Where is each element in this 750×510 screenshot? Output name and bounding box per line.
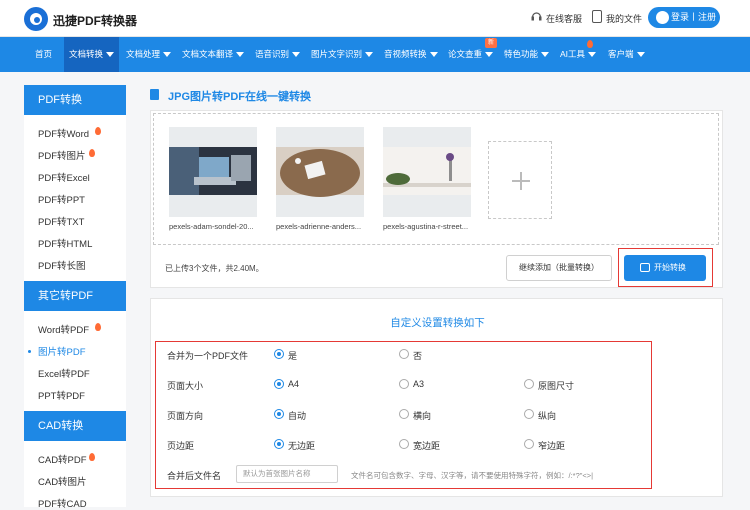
sidebar-item-pdf-to-html[interactable]: PDF转HTML — [38, 236, 92, 250]
my-files-icon — [592, 10, 602, 23]
chevron-down-icon — [163, 52, 172, 58]
radio-merge-yes[interactable]: 是 — [274, 349, 297, 362]
file-name: pexels-adam-sondel-20... — [169, 222, 254, 231]
main-nav: 首页 文档转换 文档处理 文档文本翻译 语音识别 图片文字识别 音视频转换 论文… — [0, 37, 750, 72]
radio-size-original[interactable]: 原图尺寸 — [524, 379, 574, 392]
sidebar-item-pdf-to-ppt[interactable]: PDF转PPT — [38, 192, 85, 206]
document-icon — [150, 89, 159, 100]
headset-icon — [531, 12, 542, 21]
login-register-button[interactable]: 登录丨注册 — [648, 7, 720, 28]
radio-checked-icon — [274, 409, 284, 419]
sidebar-item-pdf-to-txt[interactable]: PDF转TXT — [38, 214, 84, 228]
radio-checked-icon — [274, 379, 284, 389]
chevron-down-icon — [106, 52, 115, 58]
sidebar-item-word-to-pdf[interactable]: Word转PDF — [38, 322, 89, 336]
chevron-down-icon — [236, 52, 245, 58]
radio-merge-no[interactable]: 否 — [399, 349, 422, 362]
sidebar-item-pdf-to-excel[interactable]: PDF转Excel — [38, 170, 90, 184]
orientation-label: 页面方向 — [167, 411, 204, 421]
sidebar-item-pdf-to-image[interactable]: PDF转图片 — [38, 148, 86, 162]
active-dot — [28, 350, 31, 353]
chevron-down-icon — [541, 52, 550, 58]
file-thumbnail[interactable] — [383, 127, 471, 217]
sidebar: PDF转换 PDF转Word PDF转图片 PDF转Excel PDF转PPT … — [24, 85, 126, 510]
radio-unchecked-icon — [399, 379, 409, 389]
top-header: 迅捷PDF转换器 在线客服 我的文件 登录丨注册 — [0, 0, 750, 37]
login-register-label: 登录丨注册 — [671, 12, 717, 22]
radio-unchecked-icon — [524, 379, 534, 389]
filename-input[interactable]: 默认为首张图片名称 — [236, 465, 338, 483]
brand-logo-icon[interactable] — [24, 7, 48, 31]
radio-margin-wide[interactable]: 宽边距 — [399, 439, 440, 452]
radio-size-a4[interactable]: A4 — [274, 379, 299, 389]
nav-doc-process[interactable]: 文档处理 — [126, 37, 172, 72]
user-avatar-icon — [656, 11, 669, 24]
chevron-down-icon — [588, 52, 597, 58]
nav-doc-translate[interactable]: 文档文本翻译 — [182, 37, 245, 72]
online-service-link[interactable]: 在线客服 — [546, 12, 582, 25]
radio-orient-portrait[interactable]: 纵向 — [524, 409, 556, 422]
my-files-link[interactable]: 我的文件 — [606, 12, 642, 25]
filename-label: 合并后文件名 — [167, 471, 222, 481]
chevron-down-icon — [292, 52, 301, 58]
chevron-down-icon — [365, 52, 374, 58]
sidebar-item-ppt-to-pdf[interactable]: PPT转PDF — [38, 388, 85, 402]
fire-icon — [89, 453, 95, 461]
file-name: pexels-agustina-r-street... — [383, 222, 469, 231]
file-thumbnail[interactable] — [169, 127, 257, 217]
file-thumbnail[interactable] — [276, 127, 364, 217]
radio-checked-icon — [274, 439, 284, 449]
radio-unchecked-icon — [524, 409, 534, 419]
radio-size-a3[interactable]: A3 — [399, 379, 424, 389]
fire-icon — [95, 323, 101, 331]
nav-client[interactable]: 客户端 — [608, 37, 645, 72]
page-title: JPG图片转PDF在线一键转换 — [168, 91, 312, 103]
chevron-down-icon — [636, 52, 645, 58]
sidebar-section-pdf-convert[interactable]: PDF转换 — [24, 85, 126, 115]
fire-icon — [587, 40, 593, 48]
sidebar-item-cad-to-pdf[interactable]: CAD转PDF — [38, 452, 87, 466]
new-badge: 新 — [485, 38, 497, 48]
sidebar-section-to-pdf[interactable]: 其它转PDF — [24, 281, 126, 311]
brand-name[interactable]: 迅捷PDF转换器 — [53, 12, 137, 29]
sidebar-item-image-to-pdf[interactable]: 图片转PDF — [38, 344, 86, 358]
margin-label: 页边距 — [167, 441, 195, 451]
radio-orient-landscape[interactable]: 横向 — [399, 409, 431, 422]
sidebar-item-pdf-to-word[interactable]: PDF转Word — [38, 126, 89, 140]
nav-home[interactable]: 首页 — [28, 37, 59, 72]
sidebar-item-excel-to-pdf[interactable]: Excel转PDF — [38, 366, 90, 380]
highlight-box — [618, 248, 713, 287]
radio-unchecked-icon — [524, 439, 534, 449]
nav-av-convert[interactable]: 音视频转换 — [384, 37, 438, 72]
radio-orient-auto[interactable]: 自动 — [274, 409, 306, 422]
filename-hint: 文件名可包含数字、字母、汉字等，请不要使用特殊字符，例如：/:*?"<>| — [351, 471, 594, 480]
radio-unchecked-icon — [399, 439, 409, 449]
radio-unchecked-icon — [399, 409, 409, 419]
upload-status: 已上传3个文件，共2.40M。 — [165, 264, 264, 273]
nav-features[interactable]: 特色功能 — [504, 37, 550, 72]
chevron-down-icon — [429, 52, 438, 58]
radio-margin-narrow[interactable]: 窄边距 — [524, 439, 565, 452]
sidebar-item-pdf-to-long-image[interactable]: PDF转长图 — [38, 258, 86, 272]
radio-margin-none[interactable]: 无边距 — [274, 439, 315, 452]
chevron-down-icon — [485, 52, 494, 58]
file-name: pexels-adrienne-anders... — [276, 222, 362, 231]
add-more-button[interactable]: 继续添加（批量转换） — [506, 255, 612, 281]
sidebar-item-pdf-to-cad[interactable]: PDF转CAD — [38, 496, 87, 510]
nav-doc-convert[interactable]: 文档转换 — [64, 37, 120, 72]
sidebar-item-cad-to-image[interactable]: CAD转图片 — [38, 474, 87, 488]
nav-speech-recognition[interactable]: 语音识别 — [255, 37, 301, 72]
radio-unchecked-icon — [399, 349, 409, 359]
sidebar-section-cad-convert[interactable]: CAD转换 — [24, 411, 126, 441]
merge-pdf-label: 合并为一个PDF文件 — [167, 351, 249, 361]
fire-icon — [89, 149, 95, 157]
add-file-plus-icon[interactable] — [488, 141, 552, 219]
fire-icon — [95, 127, 101, 135]
settings-title: 自定义设置转换如下 — [390, 317, 485, 329]
radio-checked-icon — [274, 349, 284, 359]
nav-ocr[interactable]: 图片文字识别 — [311, 37, 374, 72]
page-size-label: 页面大小 — [167, 381, 204, 391]
